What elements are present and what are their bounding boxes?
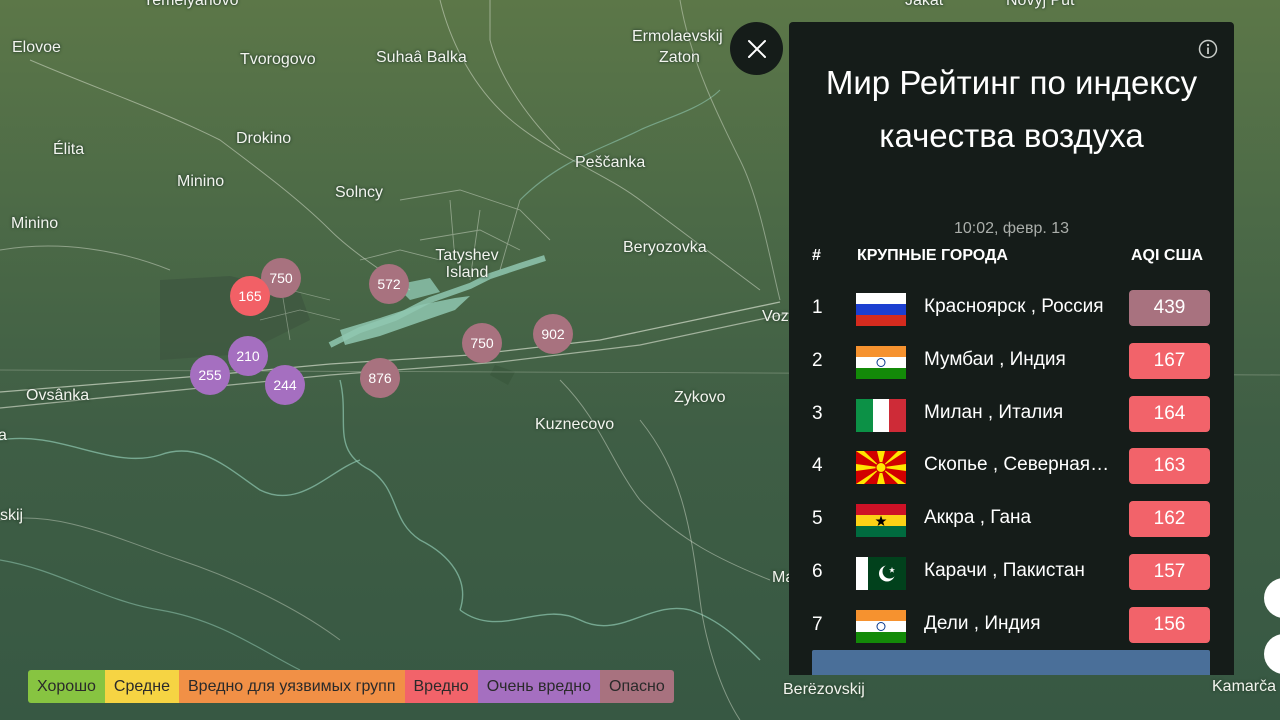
legend-moderate[interactable]: Средне: [104, 670, 179, 703]
legend-very-unhealthy[interactable]: Очень вредно: [477, 670, 600, 703]
city-name: Скопье , Северная Македония: [924, 454, 1110, 475]
rank-number: 5: [812, 508, 823, 529]
rank-number: 2: [812, 350, 823, 371]
place-label: Beryozovka: [623, 239, 707, 256]
ranking-row[interactable]: 3 Милан , Италия 164: [789, 388, 1234, 440]
city-name: Мумбаи , Индия: [924, 349, 1066, 370]
russia-flag-icon: [856, 293, 906, 326]
place-label: Drokino: [236, 130, 292, 147]
close-icon: [747, 39, 766, 58]
aqi-marker[interactable]: 165: [230, 276, 270, 316]
india-flag-icon: [856, 346, 906, 379]
place-label: Peščanka: [575, 154, 646, 171]
aqi-badge: 439: [1129, 290, 1210, 326]
city-name: Карачи , Пакистан: [924, 560, 1085, 581]
rank-number: 1: [812, 297, 823, 318]
aqi-marker[interactable]: 244: [265, 365, 305, 405]
aqi-marker[interactable]: 876: [360, 358, 400, 398]
india-flag-icon: [856, 610, 906, 643]
timestamp: 10:02, февр. 13: [953, 220, 1070, 237]
ranking-panel: Мир Рейтинг по индексу качества воздуха …: [789, 22, 1234, 675]
ranking-row[interactable]: 1 Красноярск , Россия 439: [789, 282, 1234, 334]
city-name: Красноярск , Россия: [924, 296, 1104, 317]
place-label: Ermolaevskij: [632, 28, 723, 45]
ranking-row[interactable]: 6 Карачи , Пакистан 157: [789, 546, 1234, 598]
place-label: Berëzovskij: [783, 681, 865, 698]
column-header-aqi: AQI США: [1131, 247, 1204, 264]
place-label: Élita: [53, 141, 85, 158]
rank-number: 4: [812, 455, 823, 476]
place-label: Novyj Put: [1006, 0, 1075, 9]
aqi-marker[interactable]: 572: [369, 264, 409, 304]
see-more-button[interactable]: [812, 650, 1210, 675]
ghana-flag-icon: [856, 504, 906, 537]
aqi-badge: 167: [1129, 343, 1210, 379]
aqi-marker[interactable]: 902: [533, 314, 573, 354]
north-macedonia-flag-icon: [856, 451, 906, 484]
place-label: a: [0, 427, 7, 444]
aqi-badge: 162: [1129, 501, 1210, 537]
legend-hazardous[interactable]: Опасно: [600, 670, 674, 703]
aqi-badge: 164: [1129, 396, 1210, 432]
rank-number: 7: [812, 614, 823, 635]
ranking-row[interactable]: 2 Мумбаи , Индия 167: [789, 335, 1234, 387]
city-name: Аккра , Гана: [924, 507, 1032, 528]
column-header-rank: #: [812, 247, 821, 264]
aqi-badge: 163: [1129, 448, 1210, 484]
ranking-row[interactable]: 4 Скопье , Северная Македония 163: [789, 440, 1234, 492]
place-label: Tvorogovo: [240, 51, 316, 68]
aqi-marker[interactable]: 255: [190, 355, 230, 395]
city-name: Милан , Италия: [924, 402, 1064, 423]
place-label: Kuznecovo: [535, 416, 615, 433]
city-name: Дели , Индия: [924, 613, 1041, 634]
column-header-city: КРУПНЫЕ ГОРОДА: [857, 247, 1008, 264]
ranking-row[interactable]: 5 Аккра , Гана 162: [789, 493, 1234, 545]
place-label: Kamarča: [1212, 678, 1277, 695]
place-label: Elovoe: [12, 39, 61, 56]
place-label: Suhaâ Balka: [376, 49, 467, 66]
place-label: Voz: [762, 308, 789, 325]
place-label: Zaton: [659, 49, 700, 66]
place-label: Minino: [11, 215, 59, 232]
pakistan-flag-icon: [856, 557, 906, 590]
close-button[interactable]: [730, 22, 783, 75]
place-label: Solncy: [335, 184, 384, 201]
rank-number: 3: [812, 403, 823, 424]
italy-flag-icon: [856, 399, 906, 432]
legend-unhealthy[interactable]: Вредно: [404, 670, 478, 703]
aqi-legend: Хорошо Средне Вредно для уязвимых групп …: [28, 670, 674, 703]
panel-title: Мир Рейтинг по индексу качества воздуха: [825, 64, 1198, 154]
aqi-marker[interactable]: 210: [228, 336, 268, 376]
place-label: Minino: [177, 173, 225, 190]
ranking-row[interactable]: 7 Дели , Индия 156: [789, 599, 1234, 651]
legend-unhealthy-sensitive[interactable]: Вредно для уязвимых групп: [179, 670, 405, 703]
place-label: Yemelyanovo: [143, 0, 239, 9]
place-label: Ovsânka: [26, 387, 90, 404]
aqi-badge: 156: [1129, 607, 1210, 643]
place-label: Jakat: [905, 0, 944, 9]
aqi-marker[interactable]: 750: [462, 323, 502, 363]
aqi-badge: 157: [1129, 554, 1210, 590]
place-label: skij: [0, 507, 24, 524]
legend-good[interactable]: Хорошо: [28, 670, 105, 703]
rank-number: 6: [812, 561, 823, 582]
place-label: Zykovo: [674, 389, 726, 406]
place-label: Tatyshev Island: [435, 247, 499, 281]
